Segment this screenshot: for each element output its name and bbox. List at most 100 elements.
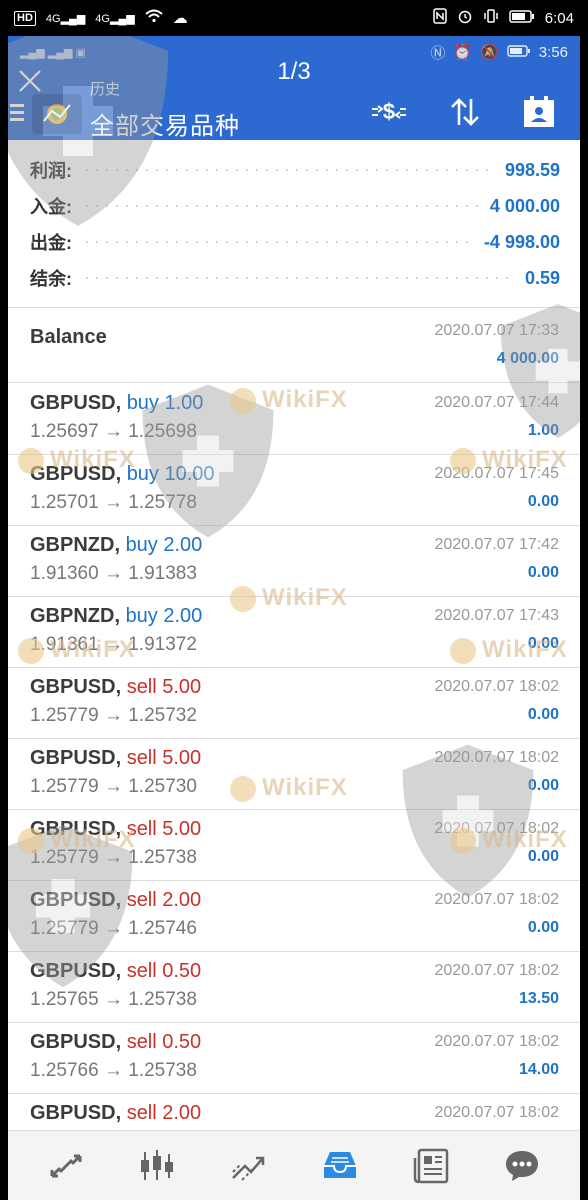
cloud-icon: ☁: [172, 10, 188, 27]
signal-4g-icon-2: 4G▂▄▆: [95, 12, 135, 25]
deal-symbol: GBPUSD, sell 5.00: [30, 676, 202, 698]
deal-type: sell 5.00: [126, 818, 202, 840]
deal-row[interactable]: GBPUSD, buy 1.00 1.25697 → 1.25698 2020.…: [8, 384, 580, 455]
deal-time: 2020.07.07 18:02: [434, 962, 559, 979]
deal-row[interactable]: GBPUSD, sell 5.00 1.25779 → 1.25730 2020…: [8, 739, 580, 810]
nav-quotes-icon[interactable]: [40, 1140, 92, 1192]
deal-row[interactable]: GBPUSD, sell 5.00 1.25779 → 1.25732 2020…: [8, 668, 580, 739]
hamburger-menu-icon[interactable]: [10, 102, 24, 124]
deal-profit: 1.00: [527, 422, 559, 439]
deal-type: sell 0.50: [126, 960, 202, 982]
currency-filter-icon[interactable]: $: [368, 92, 410, 132]
summary-label: 出金:: [30, 233, 72, 253]
deal-profit: 14.00: [518, 1061, 559, 1078]
summary-row-profit: 利润: 998.59: [30, 152, 560, 188]
deal-row[interactable]: GBPNZD, buy 2.00 1.91360 → 1.91383 2020.…: [8, 526, 580, 597]
deal-type: buy 2.00: [125, 534, 203, 556]
inner-nfc-icon: Ⓝ: [430, 44, 446, 62]
deal-prices: 1.91361 → 1.91372: [30, 634, 197, 655]
deal-prices: 1.25779 → 1.25730: [30, 776, 197, 797]
deal-row[interactable]: GBPUSD, buy 10.00 1.25701 → 1.25778 2020…: [8, 455, 580, 526]
deal-symbol: GBPUSD, buy 1.00: [30, 392, 204, 414]
summary-panel: 利润: 998.59 入金: 4 000.00 出金: -4 998.00 结余…: [8, 140, 580, 308]
nav-trade-icon[interactable]: [222, 1140, 274, 1192]
nav-news-icon[interactable]: [405, 1140, 457, 1192]
vibrate-icon: [483, 8, 499, 28]
balance-label: Balance: [30, 326, 107, 348]
deal-symbol: GBPUSD, sell 0.50: [30, 960, 202, 982]
summary-label: 入金:: [30, 197, 72, 217]
app-logo: [32, 94, 82, 134]
deal-prices: 1.25779 → 1.25746: [30, 918, 197, 939]
deal-symbol: GBPUSD, sell 2.00: [30, 889, 202, 911]
summary-value: 998.59: [504, 159, 560, 180]
hd-indicator: HD: [14, 10, 36, 26]
clock-time: 6:04: [544, 9, 574, 27]
summary-value: 0.59: [524, 267, 560, 288]
deal-type: sell 2.00: [126, 889, 202, 911]
nav-history-inbox-icon[interactable]: [314, 1140, 366, 1192]
deal-row[interactable]: GBPUSD, sell 0.50 1.25766 → 1.25738 2020…: [8, 1023, 580, 1094]
deal-type: sell 2.00: [126, 1102, 202, 1124]
deal-symbol: GBPUSD, sell 0.50: [30, 1031, 202, 1053]
deal-prices: 1.25701 → 1.25778: [30, 492, 197, 513]
deal-type: buy 10.00: [126, 463, 215, 485]
deal-prices: 1.91360 → 1.91383: [30, 563, 197, 584]
inner-status-bar: ▂▄▆ ▂▄▆ ▣ Ⓝ ⏰ 🔕 3:56: [8, 36, 580, 68]
app-toolbar: 历史 全部交易品种 $: [8, 68, 580, 140]
deal-profit: 0.00: [527, 777, 559, 794]
inner-status-right: Ⓝ ⏰ 🔕 3:56: [430, 42, 568, 63]
balance-row[interactable]: Balance 2020.07.07 17:33 4 000.00: [8, 312, 580, 383]
deal-prices: 1.25766 → 1.25738: [30, 1060, 197, 1081]
deal-time: 2020.07.07 18:02: [434, 678, 559, 695]
deal-row[interactable]: GBPUSD, sell 0.50 1.25765 → 1.25738 2020…: [8, 952, 580, 1023]
summary-value: 4 000.00: [489, 195, 560, 216]
summary-value: -4 998.00: [483, 231, 560, 252]
deal-prices: 1.25779 → 1.25732: [30, 705, 197, 726]
deal-time: 2020.07.07 18:02: [434, 1033, 559, 1050]
deal-profit: 0.00: [527, 848, 559, 865]
deal-row[interactable]: GBPNZD, buy 2.00 1.91361 → 1.91372 2020.…: [8, 597, 580, 668]
nav-chat-icon[interactable]: [496, 1140, 548, 1192]
deal-time: 2020.07.07 18:02: [434, 820, 559, 837]
deal-symbol: GBPUSD, sell 2.00: [30, 1102, 202, 1124]
outer-status-bar: HD 4G▂▄▆ 4G▂▄▆ ☁ 6:04: [0, 0, 588, 36]
deal-type: sell 5.00: [126, 676, 202, 698]
deal-type: sell 0.50: [126, 1031, 202, 1053]
deal-row[interactable]: GBPUSD, sell 5.00 1.25779 → 1.25738 2020…: [8, 810, 580, 881]
deal-prices: 1.25697 → 1.25698: [30, 421, 197, 442]
sort-icon[interactable]: [444, 92, 486, 132]
deal-time: 2020.07.07 18:02: [434, 749, 559, 766]
deal-time: 2020.07.07 17:44: [434, 394, 559, 411]
nav-chart-candlestick-icon[interactable]: [131, 1140, 183, 1192]
wifi-icon: [145, 9, 163, 27]
deal-profit: 0.00: [527, 564, 559, 581]
summary-row-balance: 结余: 0.59: [30, 260, 560, 296]
deal-symbol: GBPUSD, sell 5.00: [30, 818, 202, 840]
toolbar-subtitle: 历史: [90, 81, 121, 98]
inner-alarm-icon: ⏰: [453, 44, 473, 61]
deal-time: 2020.07.07 17:43: [434, 607, 559, 624]
deal-profit: 0.00: [527, 635, 559, 652]
outer-status-left: HD 4G▂▄▆ 4G▂▄▆ ☁: [14, 9, 188, 27]
deal-type: sell 5.00: [126, 747, 202, 769]
inner-signal-icons: ▂▄▆ ▂▄▆ ▣: [20, 46, 86, 59]
dotted-leader: [82, 205, 480, 207]
toolbar-title: 全部交易品种: [90, 113, 240, 140]
deal-row[interactable]: GBPUSD, sell 2.00 1.25779 → 1.25746 2020…: [8, 881, 580, 952]
deal-time: 2020.07.07 17:33: [434, 322, 559, 339]
summary-row-deposit: 入金: 4 000.00: [30, 188, 560, 224]
deal-profit: 0.00: [527, 706, 559, 723]
alarm-icon: [457, 8, 473, 28]
deal-profit: 0.00: [527, 919, 559, 936]
dotted-leader: [82, 169, 495, 171]
close-icon[interactable]: [13, 64, 47, 98]
deal-type: buy 2.00: [125, 605, 203, 627]
inner-clock-time: 3:56: [538, 43, 568, 61]
nfc-icon: [433, 8, 447, 28]
inner-battery-icon: [507, 44, 531, 61]
deal-profit: 13.50: [518, 990, 559, 1007]
deal-symbol: GBPNZD, buy 2.00: [30, 605, 203, 627]
calendar-icon[interactable]: [518, 92, 560, 132]
deal-profit: 4 000.00: [496, 350, 559, 367]
